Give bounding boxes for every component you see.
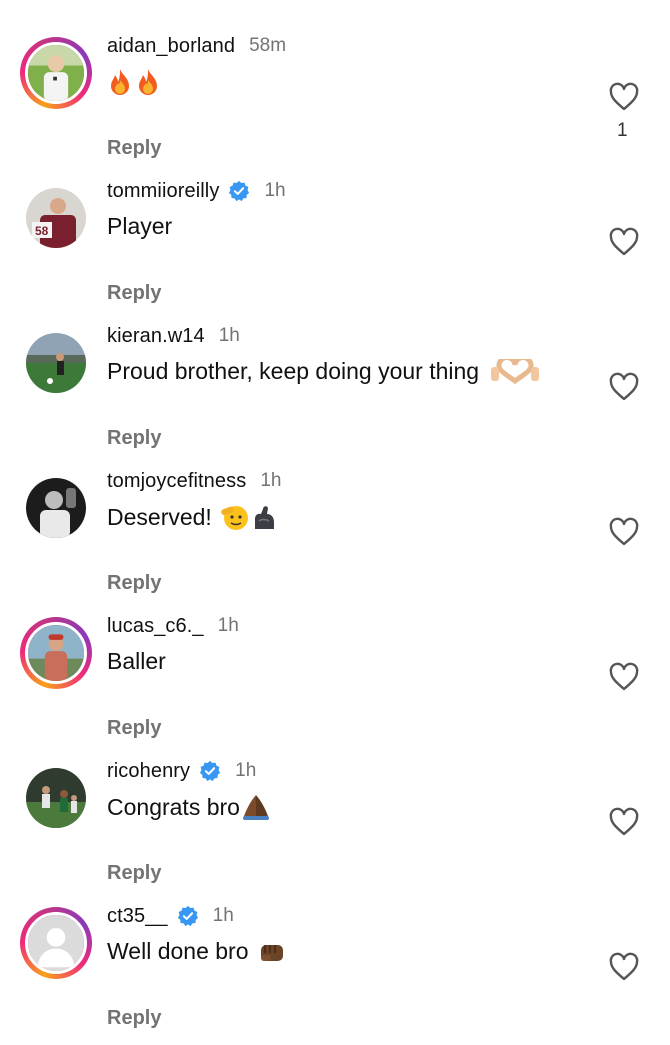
comment-item: kieran.w14 1h Proud brother, keep doing … xyxy=(0,320,670,465)
comment-item: 58 tommiioreilly 1h Player Reply xyxy=(0,175,670,320)
timestamp: 1h xyxy=(212,905,234,926)
reply-button[interactable]: Reply xyxy=(107,572,161,595)
avatar[interactable] xyxy=(20,762,92,834)
reply-button[interactable]: Reply xyxy=(107,717,161,740)
heart-hands-emoji-icon xyxy=(485,358,545,385)
avatar[interactable] xyxy=(20,617,92,689)
oncoming-fist-emoji-icon xyxy=(258,939,286,965)
comment-text-content: Proud brother, keep doing your thing xyxy=(107,358,480,384)
timestamp: 1h xyxy=(217,615,239,636)
comment-item: ricohenry 1h Congrats bro Reply xyxy=(0,755,670,900)
timestamp: 1h xyxy=(264,180,286,201)
comment-text-content: Deserved! xyxy=(107,503,212,530)
verified-badge-icon xyxy=(177,905,199,927)
verified-badge-icon xyxy=(228,180,250,202)
reply-button[interactable]: Reply xyxy=(107,427,161,450)
comment-item: tomjoycefitness 1h Deserved! Reply xyxy=(0,465,670,610)
comment-text: Well done bro xyxy=(107,938,286,965)
heart-outline-icon xyxy=(609,82,639,111)
avatar[interactable] xyxy=(20,907,92,979)
verified-badge-icon xyxy=(199,760,221,782)
heart-outline-icon xyxy=(609,517,639,546)
username[interactable]: tomjoycefitness xyxy=(107,470,246,493)
comment-item: lucas_c6._ 1h Baller Reply xyxy=(0,610,670,755)
reply-button[interactable]: Reply xyxy=(107,137,161,160)
avatar[interactable]: 58 xyxy=(20,182,92,254)
timestamp: 1h xyxy=(235,760,257,781)
avatar[interactable] xyxy=(20,37,92,109)
username[interactable]: tommiioreilly xyxy=(107,180,219,203)
reply-button[interactable]: Reply xyxy=(107,862,161,885)
saluting-face-emoji-icon xyxy=(221,503,249,531)
heart-outline-icon xyxy=(609,372,639,401)
fire-emoji-icon xyxy=(135,68,161,96)
avatar[interactable] xyxy=(20,327,92,399)
like-button[interactable] xyxy=(608,807,640,837)
comment-item: aidan_borland 58m Reply 1 xyxy=(0,30,670,175)
username[interactable]: aidan_borland xyxy=(107,35,235,58)
heart-outline-icon xyxy=(609,807,639,836)
comment-text: Proud brother, keep doing your thing xyxy=(107,358,545,385)
timestamp: 58m xyxy=(249,35,287,56)
comment-text-content: Player xyxy=(107,213,173,239)
reply-button[interactable]: Reply xyxy=(107,1007,161,1030)
comment-text-content: Well done bro xyxy=(107,938,249,964)
avatar[interactable] xyxy=(20,472,92,544)
username[interactable]: kieran.w14 xyxy=(107,325,205,348)
heart-outline-icon xyxy=(609,662,639,691)
timestamp: 1h xyxy=(260,470,282,491)
fire-emoji-icon xyxy=(107,68,133,96)
like-button[interactable] xyxy=(608,372,640,402)
heart-outline-icon xyxy=(609,952,639,981)
like-button[interactable] xyxy=(608,82,640,112)
flexed-biceps-emoji-icon xyxy=(251,503,277,531)
username[interactable]: ricohenry xyxy=(107,760,190,783)
folded-hands-emoji-icon xyxy=(241,793,271,821)
svg-text:58: 58 xyxy=(35,224,49,238)
like-button[interactable] xyxy=(608,517,640,547)
comment-text: Player xyxy=(107,213,172,240)
like-button[interactable] xyxy=(608,662,640,692)
username[interactable]: lucas_c6._ xyxy=(107,615,204,638)
timestamp: 1h xyxy=(218,325,240,346)
comment-text-content: Baller xyxy=(107,648,166,674)
username[interactable]: ct35__ xyxy=(107,905,168,928)
comment-text: Baller xyxy=(107,648,166,675)
comment-text: Congrats bro xyxy=(107,793,271,821)
like-count: 1 xyxy=(617,120,628,141)
comment-text xyxy=(107,68,161,96)
comment-text-content: Congrats bro xyxy=(107,793,240,820)
like-button[interactable] xyxy=(608,952,640,982)
like-button[interactable] xyxy=(608,227,640,257)
reply-button[interactable]: Reply xyxy=(107,282,161,305)
heart-outline-icon xyxy=(609,227,639,256)
comment-item: ct35__ 1h Well done bro Reply xyxy=(0,900,670,1045)
comment-text: Deserved! xyxy=(107,503,277,531)
comments-list: aidan_borland 58m Reply 1 58 tommiioreil… xyxy=(0,0,670,1029)
